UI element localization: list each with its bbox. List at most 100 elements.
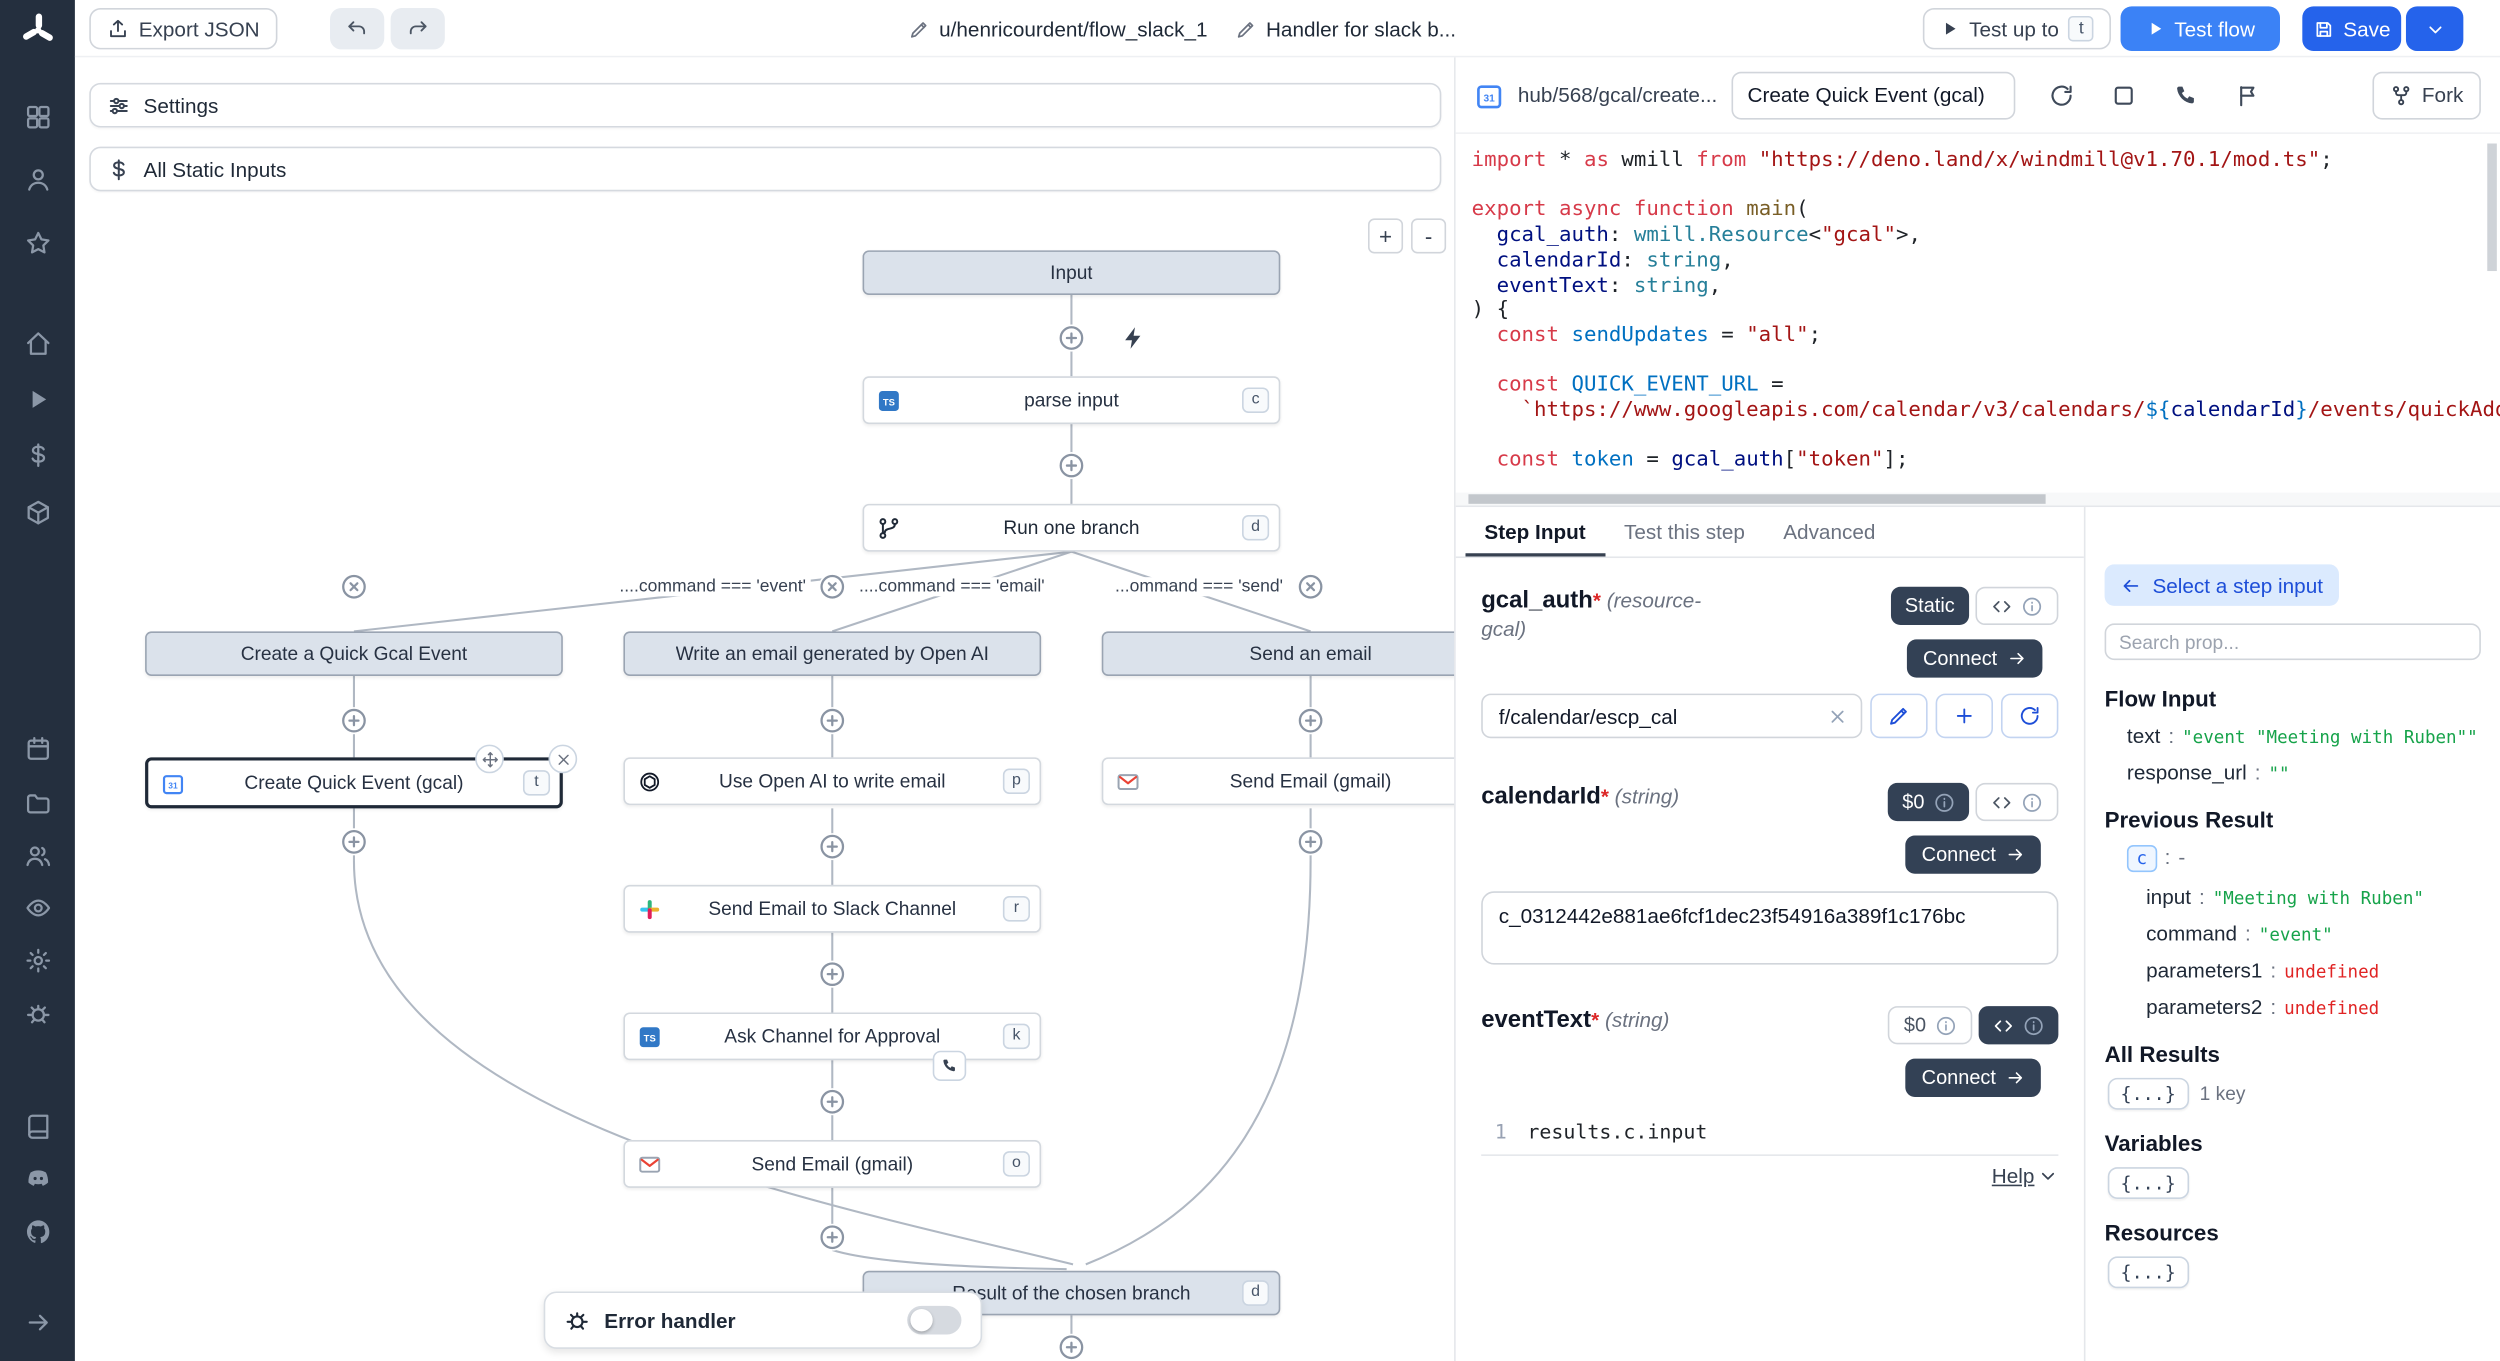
step-name-input[interactable] bbox=[1732, 71, 2016, 119]
schedules-icon[interactable] bbox=[24, 735, 51, 762]
insert-step-button[interactable] bbox=[340, 707, 367, 734]
home-icon[interactable] bbox=[24, 330, 51, 357]
node-slack-step[interactable]: Send Email to Slack Channel r bbox=[623, 885, 1041, 933]
insert-step-button[interactable] bbox=[819, 1224, 846, 1251]
collapse-sidebar-icon[interactable] bbox=[24, 1309, 51, 1336]
windmill-logo-icon[interactable] bbox=[18, 11, 56, 49]
groups-icon[interactable] bbox=[24, 842, 51, 869]
node-branch3-header[interactable]: Send an email bbox=[1102, 631, 1456, 676]
node-branch1-header[interactable]: Create a Quick Gcal Event bbox=[145, 631, 563, 676]
insert-step-button[interactable] bbox=[819, 961, 846, 988]
all-results-chip[interactable]: {...} bbox=[2108, 1078, 2189, 1110]
save-button[interactable]: Save bbox=[2302, 6, 2401, 51]
discord-icon[interactable] bbox=[24, 1166, 51, 1193]
resources-chip[interactable]: {...} bbox=[2108, 1256, 2189, 1288]
calendarid-value-input[interactable]: c_0312442e881ae6fcf1dec23f54916a389f1c17… bbox=[1481, 891, 2058, 964]
node-openai-step[interactable]: Use Open AI to write email p bbox=[623, 757, 1041, 805]
user-icon[interactable] bbox=[24, 166, 51, 193]
delete-branch-button[interactable] bbox=[819, 573, 846, 600]
node-run-one-branch[interactable]: Run one branch d bbox=[863, 504, 1281, 552]
insert-step-button[interactable] bbox=[1058, 452, 1085, 479]
settings-icon[interactable] bbox=[24, 947, 51, 974]
prop-row[interactable]: text:"event "Meeting with Ruben"" bbox=[2105, 717, 2481, 754]
flow-canvas[interactable]: Settings All Static Inputs + - Input TS … bbox=[75, 57, 1456, 1361]
prop-row[interactable]: command:"event" bbox=[2105, 915, 2481, 952]
variables-icon[interactable] bbox=[24, 442, 51, 469]
workers-icon[interactable] bbox=[24, 1000, 51, 1027]
refresh-resource-button[interactable] bbox=[2001, 694, 2058, 739]
insert-step-button[interactable] bbox=[819, 1088, 846, 1115]
redo-button[interactable] bbox=[391, 8, 445, 49]
delete-step-button[interactable] bbox=[548, 745, 577, 774]
test-flow-button[interactable]: Test flow bbox=[2121, 6, 2280, 51]
connect-button[interactable]: Connect bbox=[1907, 639, 2042, 677]
save-dropdown-button[interactable] bbox=[2406, 6, 2463, 51]
edit-summary-icon[interactable] bbox=[1236, 18, 1257, 39]
flag-icon[interactable] bbox=[2235, 82, 2261, 108]
insert-step-button[interactable] bbox=[819, 707, 846, 734]
static-mode-toggle[interactable]: $0 bbox=[1888, 1006, 1972, 1044]
vertical-scrollbar-thumb[interactable] bbox=[2487, 143, 2497, 271]
code-editor[interactable]: import * as wmill from "https://deno.lan… bbox=[1456, 134, 2500, 482]
static-inputs-bar[interactable]: All Static Inputs bbox=[89, 147, 1441, 192]
zoom-in-button[interactable]: + bbox=[1368, 218, 1403, 253]
prop-row[interactable]: parameters1:undefined bbox=[2105, 952, 2481, 989]
grid-icon[interactable] bbox=[24, 104, 51, 131]
insert-step-button[interactable] bbox=[1297, 707, 1324, 734]
insert-step-button[interactable] bbox=[1058, 324, 1085, 351]
prop-row[interactable]: parameters2:undefined bbox=[2105, 989, 2481, 1026]
runs-icon[interactable] bbox=[24, 386, 51, 413]
node-branch2-header[interactable]: Write an email generated by Open AI bbox=[623, 631, 1041, 676]
restart-icon[interactable] bbox=[2049, 82, 2075, 108]
previous-result-c-row[interactable]: c : - bbox=[2105, 839, 2481, 879]
insert-step-button[interactable] bbox=[1058, 1334, 1085, 1361]
connect-button[interactable]: Connect bbox=[1906, 835, 2041, 873]
settings-bar[interactable]: Settings bbox=[89, 83, 1441, 128]
undo-button[interactable] bbox=[330, 8, 384, 49]
edit-path-icon[interactable] bbox=[909, 18, 930, 39]
expression-value[interactable]: results.c.input bbox=[1527, 1119, 1707, 1143]
github-icon[interactable] bbox=[24, 1218, 51, 1245]
tab-step-input[interactable]: Step Input bbox=[1465, 507, 1605, 556]
move-step-handle[interactable] bbox=[475, 745, 504, 774]
node-gmail-step-branch3[interactable]: Send Email (gmail) bbox=[1102, 757, 1456, 805]
error-handler-toggle[interactable] bbox=[907, 1306, 961, 1335]
insert-step-button[interactable] bbox=[340, 828, 367, 855]
resource-path-input[interactable] bbox=[1496, 702, 1818, 729]
resources-icon[interactable] bbox=[24, 499, 51, 526]
expr-mode-toggle[interactable] bbox=[1975, 783, 2058, 821]
help-link[interactable]: Help bbox=[1992, 1164, 2035, 1188]
prop-row[interactable]: response_url:"" bbox=[2105, 754, 2481, 791]
zoom-out-button[interactable]: - bbox=[1411, 218, 1446, 253]
node-input[interactable]: Input bbox=[863, 250, 1281, 295]
export-json-button[interactable]: Export JSON bbox=[89, 8, 277, 49]
delete-branch-button[interactable] bbox=[1297, 573, 1324, 600]
horizontal-scrollbar-thumb[interactable] bbox=[1468, 494, 2045, 504]
docs-icon[interactable] bbox=[24, 1113, 51, 1140]
expr-mode-toggle[interactable] bbox=[1979, 1006, 2059, 1044]
test-up-to-button[interactable]: Test up to t bbox=[1923, 8, 2112, 49]
box-icon[interactable] bbox=[2111, 82, 2137, 108]
node-parse-input[interactable]: TS parse input c bbox=[863, 376, 1281, 424]
fork-button[interactable]: Fork bbox=[2372, 71, 2480, 119]
tab-advanced[interactable]: Advanced bbox=[1764, 507, 1894, 556]
static-mode-toggle[interactable]: Static bbox=[1891, 587, 1970, 625]
insert-step-button[interactable] bbox=[819, 833, 846, 860]
node-gmail-step-branch2[interactable]: Send Email (gmail) o bbox=[623, 1140, 1041, 1188]
connect-button[interactable]: Connect bbox=[1906, 1059, 2041, 1097]
expr-mode-toggle[interactable] bbox=[1975, 587, 2058, 625]
prop-row[interactable]: input:"Meeting with Ruben" bbox=[2105, 879, 2481, 916]
insert-step-button[interactable] bbox=[1297, 828, 1324, 855]
error-handler-bar[interactable]: Error handler bbox=[544, 1291, 982, 1348]
clear-icon[interactable] bbox=[1827, 706, 1848, 727]
step-c-badge[interactable]: c bbox=[2127, 845, 2157, 872]
node-approval-step[interactable]: TS Ask Channel for Approval k bbox=[623, 1012, 1041, 1060]
delete-branch-button[interactable] bbox=[340, 573, 367, 600]
expression-editor[interactable]: 1 results.c.input bbox=[1481, 1119, 2058, 1156]
suspend-approval-icon[interactable] bbox=[2173, 82, 2199, 108]
folders-icon[interactable] bbox=[24, 789, 51, 816]
tab-test-this-step[interactable]: Test this step bbox=[1605, 507, 1764, 556]
add-resource-button[interactable] bbox=[1936, 694, 1993, 739]
chevron-down-icon[interactable] bbox=[2038, 1166, 2059, 1187]
horizontal-scrollbar[interactable] bbox=[1456, 493, 2500, 506]
